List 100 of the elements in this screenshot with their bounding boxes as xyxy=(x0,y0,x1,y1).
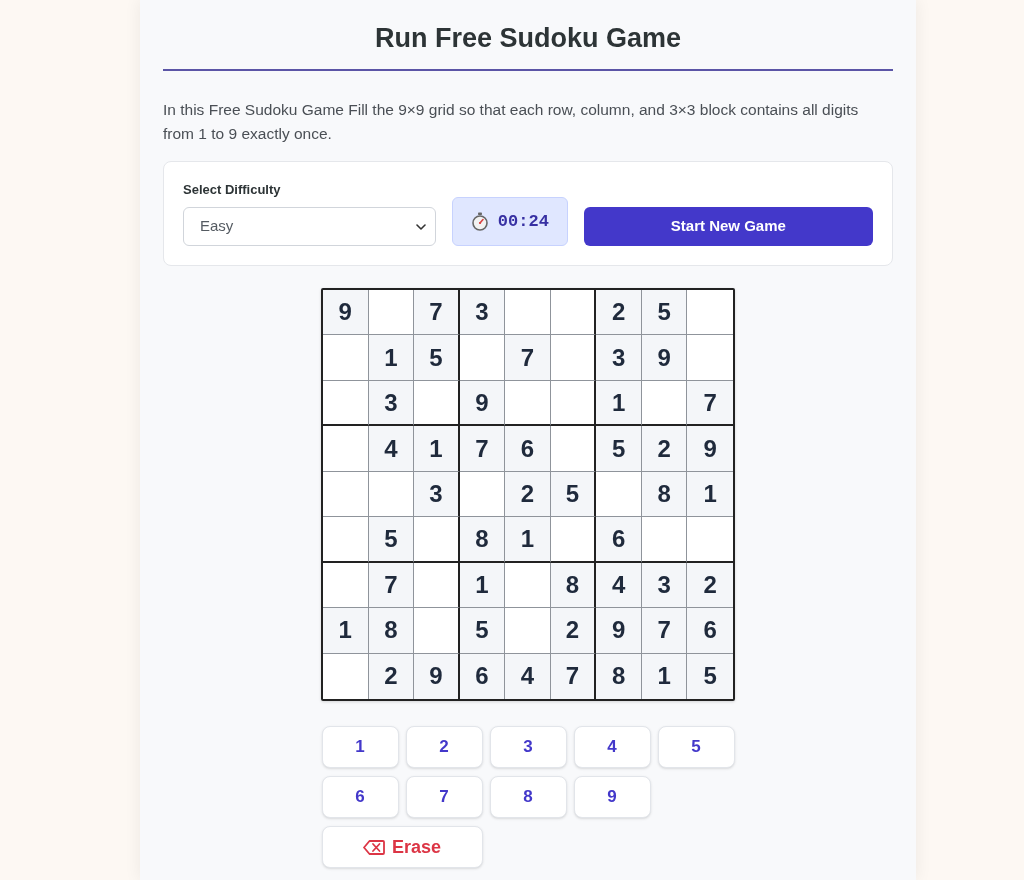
given-digit-cell: 3 xyxy=(596,335,642,381)
given-digit-cell: 8 xyxy=(550,562,597,609)
number-button[interactable]: 1 xyxy=(321,726,399,768)
given-digit-cell: 1 xyxy=(368,335,415,381)
cell-input-field[interactable] xyxy=(687,517,733,563)
cell-input-field[interactable] xyxy=(687,290,733,336)
number-button[interactable]: 8 xyxy=(489,776,567,818)
cell-input-field[interactable] xyxy=(368,471,415,518)
given-digit-cell: 1 xyxy=(323,608,369,654)
difficulty-label: Select Difficulty xyxy=(183,181,282,199)
given-digit-cell: 5 xyxy=(459,608,506,654)
stopwatch-icon xyxy=(470,212,489,231)
cell-input-field[interactable] xyxy=(323,653,369,699)
given-digit-cell: 1 xyxy=(505,517,551,563)
given-digit-cell: 7 xyxy=(414,290,460,336)
given-digit-cell: 3 xyxy=(368,380,415,427)
given-digit-cell: 7 xyxy=(459,426,506,472)
given-digit-cell: 2 xyxy=(596,290,642,336)
cell-input-field[interactable] xyxy=(459,471,506,518)
given-digit-cell: 7 xyxy=(368,562,415,609)
given-digit-cell: 9 xyxy=(641,335,688,381)
given-digit-cell: 3 xyxy=(459,290,506,336)
cell-input-field[interactable] xyxy=(550,290,597,336)
intro-paragraph: In this Free Sudoku Game Fill the 9×9 grid so that each row, column, and 3×3 block contains all digits from 1 to 9 exactly once. xyxy=(163,100,860,144)
cell-input-field[interactable] xyxy=(550,380,597,427)
cell-input-field[interactable] xyxy=(323,471,369,518)
given-digit-cell: 7 xyxy=(505,335,551,381)
number-button[interactable]: 4 xyxy=(573,726,651,768)
cell-input-field[interactable] xyxy=(505,608,551,654)
given-digit-cell: 6 xyxy=(505,426,551,472)
number-button[interactable]: 7 xyxy=(405,776,483,818)
number-button[interactable]: 9 xyxy=(573,776,651,818)
given-digit-cell: 5 xyxy=(596,426,642,472)
cell-input-field[interactable] xyxy=(414,380,460,427)
given-digit-cell: 1 xyxy=(414,426,460,472)
cell-input-field[interactable] xyxy=(641,380,688,427)
cell-input-field[interactable] xyxy=(414,517,460,563)
given-digit-cell: 3 xyxy=(414,471,460,518)
difficulty-select[interactable]: Easy xyxy=(183,207,436,246)
number-button[interactable]: 3 xyxy=(489,726,567,768)
given-digit-cell: 9 xyxy=(596,608,642,654)
erase-button[interactable]: Erase xyxy=(321,826,483,868)
given-digit-cell: 6 xyxy=(687,608,733,654)
given-digit-cell: 2 xyxy=(368,653,415,699)
cell-input-field[interactable] xyxy=(323,426,369,472)
cell-input-field[interactable] xyxy=(596,471,642,518)
cell-input-field[interactable] xyxy=(550,426,597,472)
cell-input-field[interactable] xyxy=(323,517,369,563)
given-digit-cell: 4 xyxy=(505,653,551,699)
given-digit-cell: 1 xyxy=(641,653,688,699)
cell-input-field[interactable] xyxy=(550,517,597,563)
given-digit-cell: 4 xyxy=(596,562,642,609)
given-digit-cell: 1 xyxy=(687,471,733,518)
cell-input-field[interactable] xyxy=(459,335,506,381)
given-digit-cell: 5 xyxy=(368,517,415,563)
number-button[interactable]: 6 xyxy=(321,776,399,818)
given-digit-cell: 6 xyxy=(596,517,642,563)
given-digit-cell: 8 xyxy=(368,608,415,654)
number-button[interactable]: 2 xyxy=(405,726,483,768)
given-digit-cell: 7 xyxy=(687,380,733,427)
given-digit-cell: 5 xyxy=(687,653,733,699)
cell-input-field[interactable] xyxy=(323,335,369,381)
given-digit-cell: 8 xyxy=(641,471,688,518)
cell-input-field[interactable] xyxy=(641,517,688,563)
number-button[interactable]: 5 xyxy=(657,726,735,768)
given-digit-cell: 7 xyxy=(550,653,597,699)
page-title: Run Free Sudoku Game xyxy=(374,22,682,54)
given-digit-cell: 5 xyxy=(414,335,460,381)
given-digit-cell: 1 xyxy=(459,562,506,609)
given-digit-cell: 5 xyxy=(550,471,597,518)
cell-input-field[interactable] xyxy=(414,562,460,609)
cell-input-field[interactable] xyxy=(505,562,551,609)
cell-input-field[interactable] xyxy=(550,335,597,381)
cell-input-field[interactable] xyxy=(414,608,460,654)
cell-input-field[interactable] xyxy=(687,335,733,381)
given-digit-cell: 8 xyxy=(596,653,642,699)
cell-input-field[interactable] xyxy=(323,562,369,609)
given-digit-cell: 2 xyxy=(550,608,597,654)
given-digit-cell: 9 xyxy=(323,290,369,336)
given-digit-cell: 5 xyxy=(641,290,688,336)
cell-input-field[interactable] xyxy=(368,290,415,336)
cell-input-field[interactable] xyxy=(505,290,551,336)
backspace-icon xyxy=(362,839,385,855)
given-digit-cell: 2 xyxy=(641,426,688,472)
given-digit-cell: 9 xyxy=(459,380,506,427)
given-digit-cell: 7 xyxy=(641,608,688,654)
timer-text: 00:24 xyxy=(497,210,549,233)
given-digit-cell: 9 xyxy=(414,653,460,699)
cell-input-field[interactable] xyxy=(323,380,369,427)
start-new-game-button[interactable]: Start New Game xyxy=(583,207,873,246)
given-digit-cell: 6 xyxy=(459,653,506,699)
given-digit-cell: 1 xyxy=(596,380,642,427)
given-digit-cell: 2 xyxy=(687,562,733,609)
given-digit-cell: 9 xyxy=(687,426,733,472)
given-digit-cell: 4 xyxy=(368,426,415,472)
chevron-down-icon xyxy=(416,223,426,230)
cell-input-field[interactable] xyxy=(505,380,551,427)
given-digit-cell: 3 xyxy=(641,562,688,609)
given-digit-cell: 2 xyxy=(505,471,551,518)
given-digit-cell: 8 xyxy=(459,517,506,563)
